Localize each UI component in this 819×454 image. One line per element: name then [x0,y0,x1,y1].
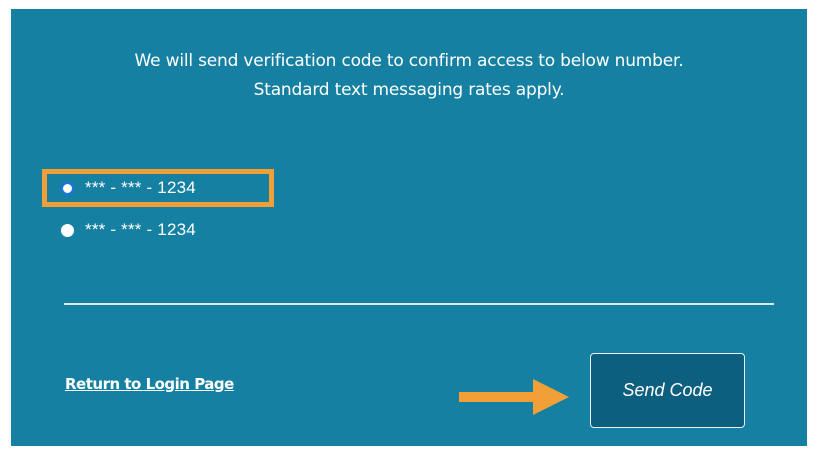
phone-option-label: *** - *** - 1234 [85,178,196,197]
radio-button[interactable] [61,223,74,237]
phone-option-2[interactable]: *** - *** - 1234 [61,218,196,242]
verification-panel: We will send verification code to confir… [11,9,807,446]
intro-line-1: We will send verification code to confir… [134,51,684,71]
intro-line-2: Standard text messaging rates apply. [253,80,565,100]
arrow-right-icon [459,379,569,415]
intro-text: We will send verification code to confir… [11,47,807,105]
phone-option-1[interactable]: *** - *** - 1234 [61,176,196,200]
phone-option-label: *** - *** - 1234 [85,220,196,239]
divider [64,303,774,305]
return-to-login-link[interactable]: Return to Login Page [65,375,234,393]
send-code-button[interactable]: Send Code [590,353,745,428]
radio-button-selected[interactable] [61,181,74,195]
